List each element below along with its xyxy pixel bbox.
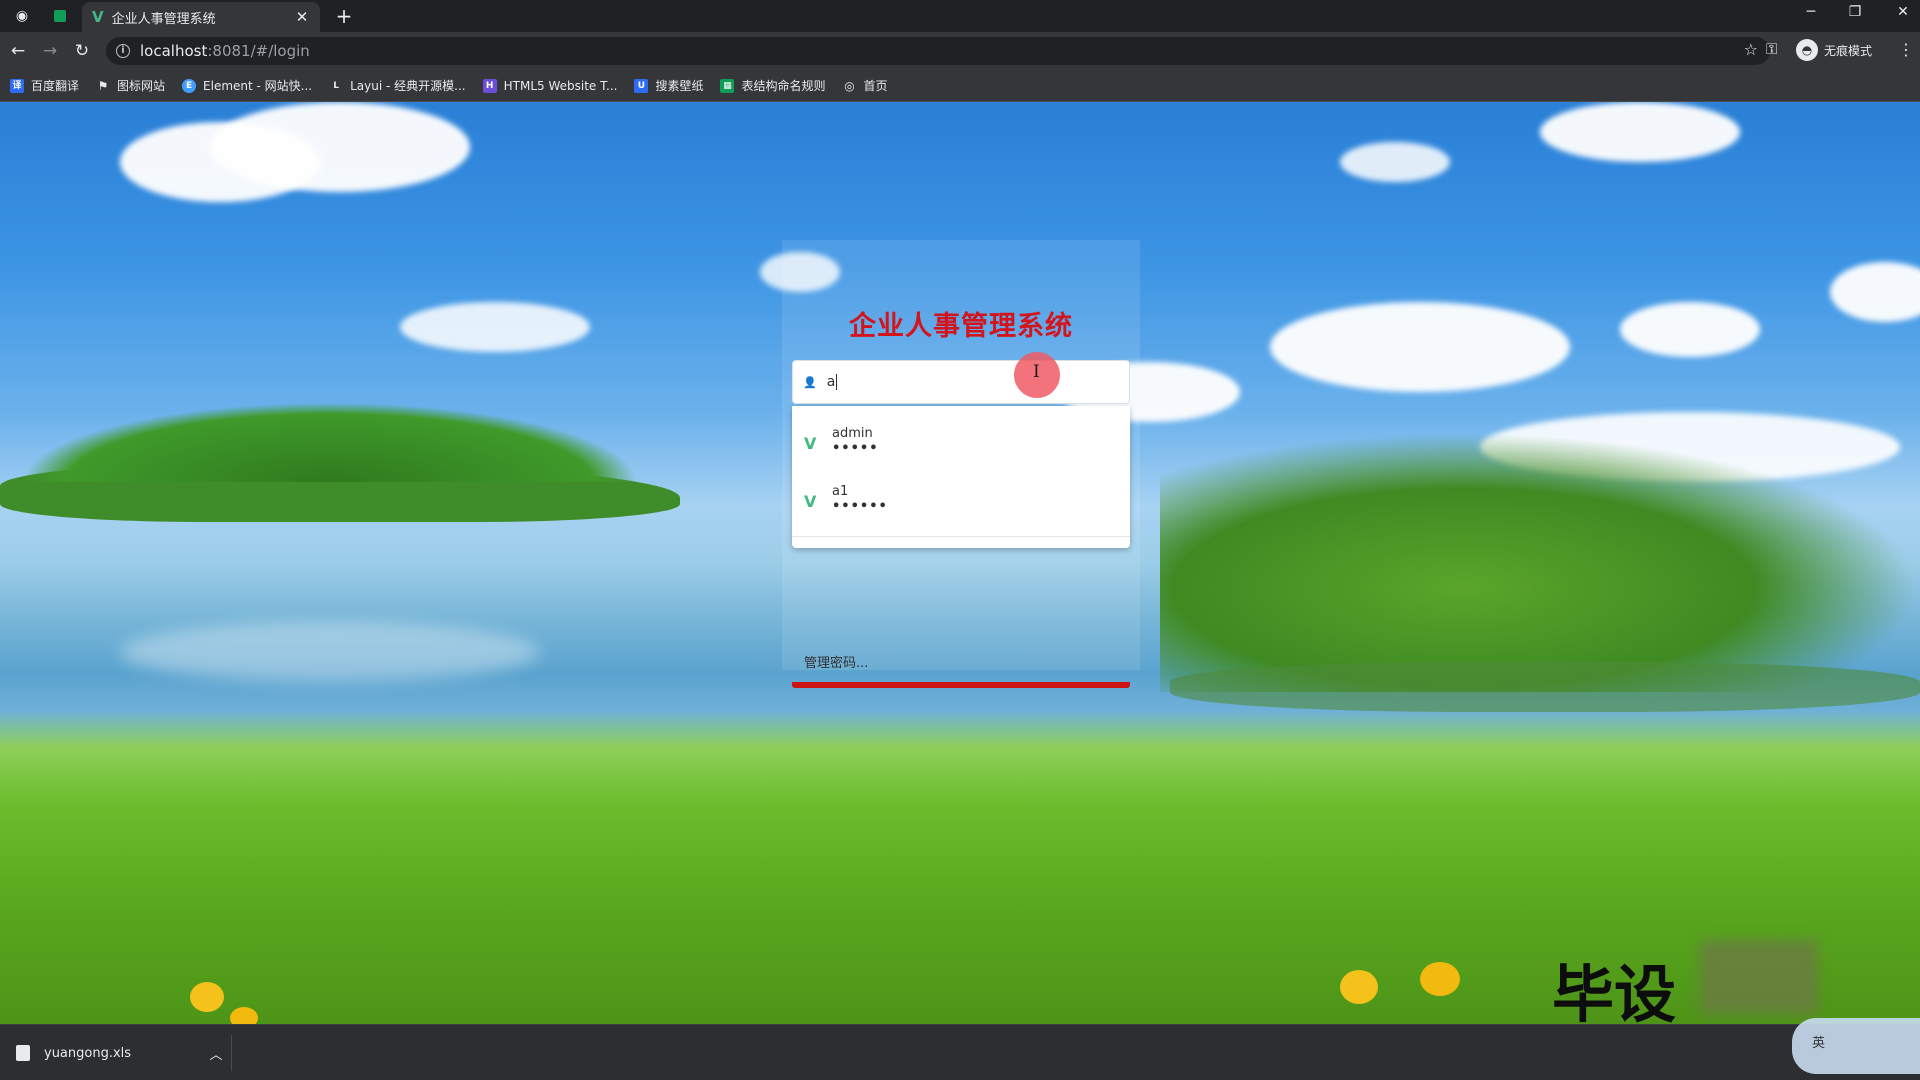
vue-logo-icon: V (804, 434, 817, 453)
login-title: 企业人事管理系统 (849, 311, 1073, 342)
autofill-suggestion[interactable]: V a1 •••••• (792, 464, 1130, 522)
suggestion-username: a1 (832, 484, 849, 499)
background-flower (190, 982, 224, 1012)
right-island-reflection (1170, 662, 1920, 712)
bookmark-item[interactable]: H HTML5 Website T... (482, 78, 618, 93)
bookmark-item[interactable]: 译 百度翻译 (10, 77, 79, 94)
bookmark-label: Layui - 经典开源模... (350, 79, 466, 93)
background-cloud (210, 102, 470, 192)
background-flower (1340, 970, 1378, 1004)
divider (792, 536, 1130, 537)
bookmark-item[interactable]: ◎ 首页 (842, 77, 887, 94)
profile-label: 无痕模式 (1824, 43, 1873, 58)
bookmarks-bar: 译 百度翻译 ⚑ 图标网站 E Element - 网站快... L Layui… (0, 70, 1920, 102)
globe-icon[interactable]: ◉ (12, 6, 32, 26)
back-button[interactable]: ← (6, 39, 30, 63)
forward-button[interactable]: → (38, 39, 62, 63)
login-accent-bar (792, 682, 1130, 688)
tab-title: 企业人事管理系统 (111, 11, 216, 27)
background-cloud (400, 302, 590, 352)
bookmark-label: 搜素壁纸 (655, 79, 704, 93)
bookmark-item[interactable]: E Element - 网站快... (182, 77, 312, 94)
bookmark-label: HTML5 Website T... (503, 78, 618, 93)
ibeam-cursor-icon: I (1033, 362, 1040, 382)
manage-passwords-link[interactable]: 管理密码... (804, 652, 868, 671)
element-icon: E (182, 78, 197, 93)
bookmark-item[interactable]: U 搜素壁纸 (634, 77, 703, 94)
background-cloud (1540, 102, 1740, 162)
background-flower (1420, 962, 1460, 996)
incognito-profile-button[interactable]: ◓ 无痕模式 (1796, 39, 1872, 61)
info-icon[interactable]: i (116, 44, 130, 58)
key-icon[interactable]: ⚿ (1766, 40, 1777, 58)
sheet-icon[interactable] (50, 6, 70, 26)
username-value: a (826, 374, 836, 390)
background-cloud (1620, 302, 1760, 357)
download-file-name: yuangong.xls (44, 1045, 132, 1061)
translate-icon: 译 (10, 78, 24, 93)
autofill-dropdown: V admin ••••• V a1 •••••• (792, 406, 1130, 548)
bookmark-item[interactable]: L Layui - 经典开源模... (329, 77, 465, 94)
vue-logo-icon: V (92, 8, 104, 26)
user-icon: 👤 (803, 375, 817, 389)
suggestion-username: admin (832, 426, 873, 441)
blurred-overlay (1700, 940, 1818, 1014)
url-host: localhost (140, 42, 208, 60)
reload-button[interactable]: ↻ (70, 39, 94, 63)
suggestion-password-mask: ••••• (832, 441, 879, 456)
bookmark-label: 百度翻译 (31, 79, 80, 93)
suggestion-password-mask: •••••• (832, 499, 888, 514)
more-menu-icon[interactable]: ⋮ (1898, 40, 1914, 59)
address-bar-row: ← → ↻ i localhost:8081/#/login ☆ ⚿ ◓ 无痕模… (0, 32, 1920, 70)
left-trees (20, 402, 640, 482)
background-flower (230, 1007, 258, 1024)
background-cloud (1340, 142, 1450, 182)
html5-icon: H (482, 78, 497, 93)
chevron-up-icon[interactable]: ︿ (201, 1044, 231, 1063)
bookmark-item[interactable]: ▦ 表结构命名规则 (720, 77, 825, 94)
url-path: :8081/#/login (207, 42, 310, 60)
bookmark-label: 首页 (863, 79, 888, 93)
minimize-button[interactable]: ─ (1796, 4, 1826, 20)
layui-icon: L (333, 80, 339, 91)
url-field[interactable]: i localhost:8081/#/login ☆ (106, 37, 1770, 65)
sheet-icon: ▦ (720, 78, 735, 93)
new-tab-button[interactable]: + (332, 4, 356, 28)
bookmark-label: 表结构命名规则 (741, 79, 826, 93)
globe-icon: ◎ (844, 78, 855, 93)
incognito-icon: ◓ (1796, 39, 1818, 61)
username-input[interactable]: 👤 a (792, 360, 1130, 404)
text-caret (836, 374, 838, 390)
flag-icon: ⚑ (97, 78, 109, 93)
ime-widget[interactable]: 英 (1792, 1018, 1920, 1074)
water-reflection (120, 622, 540, 682)
download-shelf: yuangong.xls ︿ (0, 1024, 1920, 1080)
watermark-text: 毕设 (1552, 958, 1677, 1031)
tab-strip: ◉ V 企业人事管理系统 ✕ + ─ ❐ ✕ (0, 0, 1920, 32)
right-island-trees (1160, 432, 1920, 692)
close-window-button[interactable]: ✕ (1888, 4, 1918, 20)
background-cloud (1270, 302, 1570, 392)
restore-button[interactable]: ❐ (1840, 4, 1870, 20)
bookmark-star-icon[interactable]: ☆ (1744, 40, 1758, 59)
bookmark-label: 图标网站 (117, 79, 166, 93)
close-icon[interactable]: ✕ (294, 8, 310, 26)
file-icon (16, 1045, 30, 1061)
wallpaper-icon: U (634, 78, 649, 93)
autofill-suggestion[interactable]: V admin ••••• (792, 406, 1130, 464)
ime-language-label: 英 (1812, 1036, 1826, 1051)
download-item[interactable]: yuangong.xls ︿ (10, 1035, 232, 1071)
background-cloud (1830, 262, 1920, 322)
bookmark-item[interactable]: ⚑ 图标网站 (96, 77, 165, 94)
tab-active[interactable]: V 企业人事管理系统 ✕ (82, 2, 320, 32)
vue-logo-icon: V (804, 492, 817, 511)
bookmark-label: Element - 网站快... (203, 79, 313, 93)
